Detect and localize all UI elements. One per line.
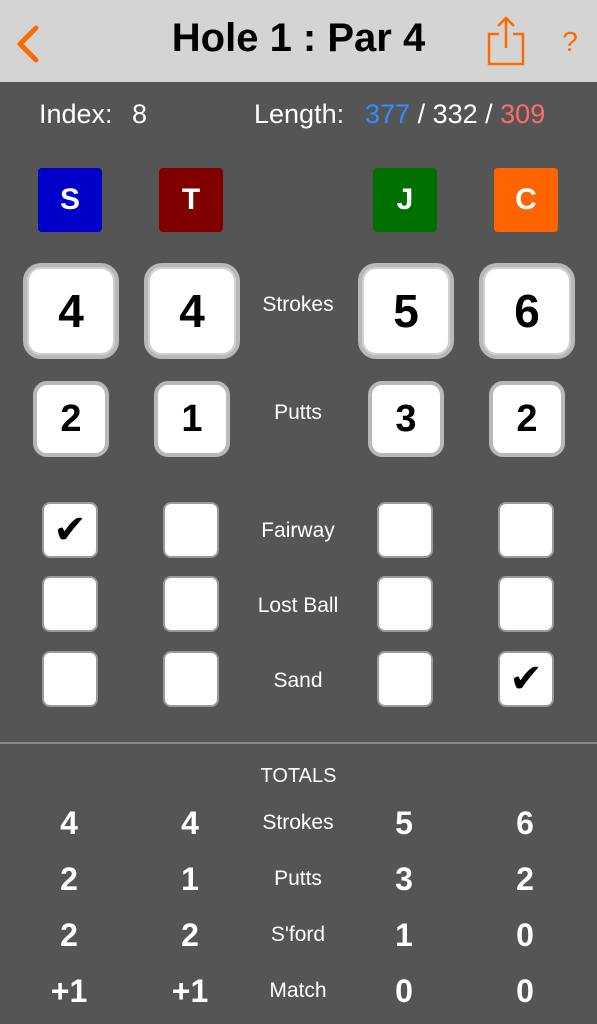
total-match-j: 0	[395, 973, 413, 1009]
total-strokes-s: 4	[60, 805, 78, 841]
lost-ball-checkbox-j[interactable]	[377, 576, 433, 632]
index-label: Index:	[39, 99, 113, 129]
strokes-box-c[interactable]: 6	[479, 263, 575, 359]
player-badge-t[interactable]: T	[159, 168, 223, 232]
total-putts-j: 3	[395, 861, 413, 897]
sand-label: Sand	[273, 669, 323, 692]
putts-label: Putts	[274, 401, 322, 424]
putts-box-c[interactable]: 2	[489, 381, 565, 457]
totals-stableford-label: S'ford	[270, 923, 326, 946]
fairway-checkbox-t[interactable]	[163, 502, 219, 558]
total-stableford-j: 1	[395, 917, 413, 953]
totals-putts-label: Putts	[274, 867, 322, 890]
lost-ball-checkbox-s[interactable]	[42, 576, 98, 632]
total-putts-t: 1	[181, 861, 199, 897]
lost-ball-checkbox-c[interactable]	[498, 576, 554, 632]
length-white-tee: 332	[432, 99, 478, 129]
total-stableford-c: 0	[516, 917, 534, 953]
total-putts-c: 2	[516, 861, 534, 897]
length-blue-tee: 377	[365, 99, 411, 129]
total-putts-s: 2	[60, 861, 78, 897]
fairway-checkbox-j[interactable]	[377, 502, 433, 558]
section-divider	[0, 742, 597, 744]
sand-checkbox-j[interactable]	[377, 651, 433, 707]
sand-checkbox-c[interactable]: ✔	[498, 651, 554, 707]
strokes-label: Strokes	[262, 293, 334, 316]
length-separator: /	[410, 99, 433, 129]
length-label: Length:	[254, 99, 345, 129]
totals-strokes-label: Strokes	[262, 811, 334, 834]
fairway-checkbox-s[interactable]: ✔	[42, 502, 98, 558]
total-match-s: +1	[50, 973, 88, 1009]
putts-box-j[interactable]: 3	[368, 381, 444, 457]
putts-box-s[interactable]: 2	[33, 381, 109, 457]
length-values: 377 / 332 / 309	[365, 98, 545, 130]
help-button[interactable]: ?	[555, 22, 585, 62]
lost-ball-checkbox-t[interactable]	[163, 576, 219, 632]
length-separator: /	[477, 99, 501, 129]
player-badge-j[interactable]: J	[373, 168, 437, 232]
lost-ball-label: Lost Ball	[257, 594, 339, 617]
total-strokes-c: 6	[516, 805, 534, 841]
totals-title: TOTALS	[260, 765, 337, 787]
fairway-checkbox-c[interactable]	[498, 502, 554, 558]
total-strokes-j: 5	[395, 805, 413, 841]
strokes-box-j[interactable]: 5	[358, 263, 454, 359]
player-badge-c[interactable]: C	[494, 168, 558, 232]
index-value: 8	[132, 99, 148, 129]
fairway-label: Fairway	[261, 519, 335, 542]
total-stableford-t: 2	[181, 917, 199, 953]
length-red-tee: 309	[500, 99, 546, 129]
strokes-box-s[interactable]: 4	[23, 263, 119, 359]
total-strokes-t: 4	[181, 805, 199, 841]
putts-box-t[interactable]: 1	[154, 381, 230, 457]
share-icon[interactable]	[486, 14, 526, 66]
strokes-box-t[interactable]: 4	[144, 263, 240, 359]
total-match-t: +1	[171, 973, 209, 1009]
sand-checkbox-s[interactable]	[42, 651, 98, 707]
totals-match-label: Match	[269, 979, 327, 1002]
total-match-c: 0	[516, 973, 534, 1009]
total-stableford-s: 2	[60, 917, 78, 953]
player-badge-s[interactable]: S	[38, 168, 102, 232]
sand-checkbox-t[interactable]	[163, 651, 219, 707]
